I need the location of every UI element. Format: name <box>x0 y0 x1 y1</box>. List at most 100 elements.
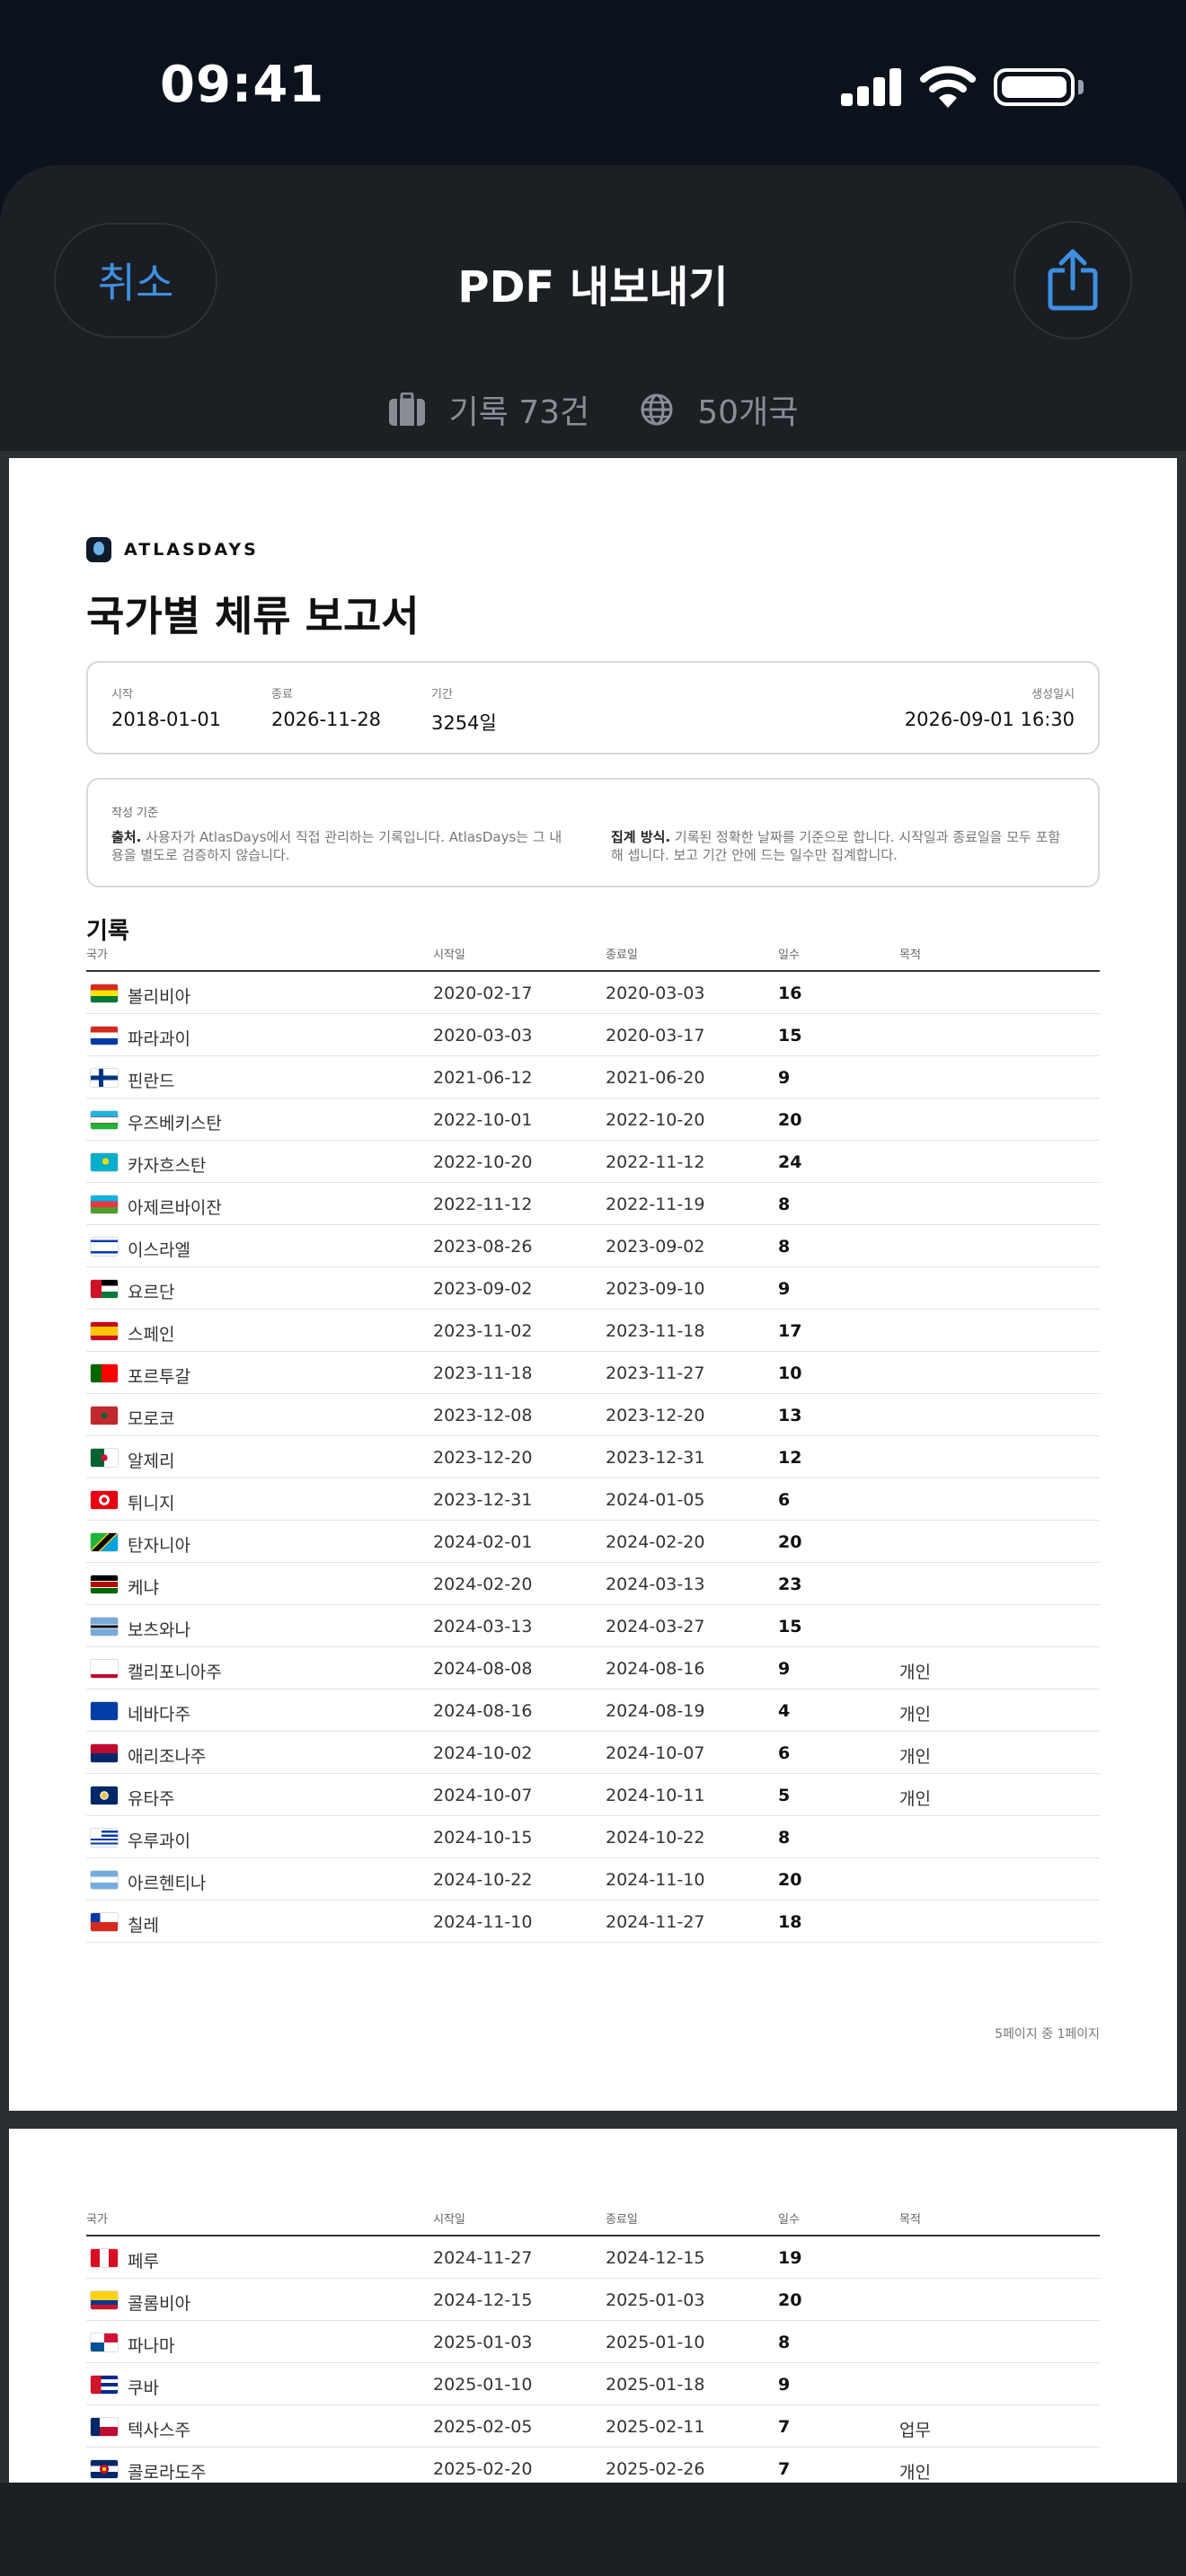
cell-end: 2024-03-13 <box>606 1575 705 1594</box>
cell-start: 2023-11-18 <box>433 1363 533 1383</box>
cell-country: 페루 <box>128 2252 159 2272</box>
cell-end: 2024-12-15 <box>606 2248 705 2268</box>
table-row: 텍사스주 2025-02-05 2025-02-11 7 업무 <box>86 2405 1100 2448</box>
cell-end: 2021-06-20 <box>606 1068 705 1088</box>
cuba-flag-icon <box>90 2375 119 2395</box>
meta-period-label: 기간 <box>431 688 453 701</box>
cell-end: 2022-11-12 <box>606 1152 705 1172</box>
cell-end: 2022-10-20 <box>606 1110 705 1130</box>
cell-start: 2023-12-20 <box>433 1448 533 1468</box>
cell-purpose: 개인 <box>899 1789 931 1809</box>
cell-end: 2024-01-05 <box>606 1490 705 1510</box>
cell-days: 4 <box>778 1701 791 1721</box>
pdf-preview[interactable]: ATLASDAYS 국가별 체류 보고서 시작 2018-01-01 종료 20… <box>0 451 1186 2483</box>
cell-end: 2023-11-27 <box>606 1363 705 1383</box>
meta-created-label: 생성일시 <box>1031 688 1075 701</box>
pdf-page-2: 국가 시작일 종료일 일수 목적 페루 2024-11-27 2024-12-15 1… <box>9 2129 1177 2483</box>
note-label: 작성 기준 <box>111 807 158 820</box>
cell-days: 24 <box>778 1152 802 1172</box>
table-row: 요르단 2023-09-02 2023-09-10 9 <box>86 1267 1100 1310</box>
cell-country: 유타주 <box>128 1789 175 1809</box>
finland-flag-icon <box>90 1068 119 1088</box>
cell-start: 2024-02-01 <box>433 1532 533 1552</box>
cell-start: 2024-10-07 <box>433 1786 533 1805</box>
cell-end: 2024-08-19 <box>606 1701 705 1721</box>
cell-country: 쿠바 <box>128 2378 159 2398</box>
cell-start: 2024-10-02 <box>433 1743 533 1763</box>
records-table-header-page2: 국가 시작일 종료일 일수 목적 <box>86 2208 1100 2236</box>
cell-start: 2024-08-08 <box>433 1659 533 1679</box>
cell-country: 파라과이 <box>128 1029 190 1049</box>
cell-country: 카자흐스탄 <box>128 1156 207 1176</box>
col-purpose: 목적 <box>899 2213 921 2227</box>
cell-country: 애리조나주 <box>128 1747 207 1767</box>
cell-days: 9 <box>778 1279 791 1299</box>
cell-country: 우즈베키스탄 <box>128 1114 222 1134</box>
cell-start: 2025-01-03 <box>433 2333 533 2352</box>
table-row: 애리조나주 2024-10-02 2024-10-07 6 개인 <box>86 1732 1100 1774</box>
cell-start: 2025-02-05 <box>433 2417 533 2437</box>
nevada-flag-icon <box>90 1701 119 1721</box>
report-meta: 시작 2018-01-01 종료 2026-11-28 기간 3254일 생성일… <box>86 661 1100 754</box>
cell-days: 6 <box>778 1490 791 1510</box>
cell-country: 케냐 <box>128 1578 159 1598</box>
records-table-body-page1: 볼리비아 2020-02-17 2020-03-03 16 파라과이 2020-03-03… <box>86 972 1100 1943</box>
cell-country: 알제리 <box>128 1451 175 1471</box>
cell-days: 20 <box>778 2290 802 2310</box>
cell-start: 2022-10-01 <box>433 1110 533 1130</box>
cell-country: 아르헨티나 <box>128 1874 207 1893</box>
cell-days: 20 <box>778 1110 802 1130</box>
cell-days: 5 <box>778 1786 791 1805</box>
col-country: 국가 <box>86 948 108 962</box>
brand: ATLASDAYS <box>86 537 259 562</box>
table-row: 우즈베키스탄 2022-10-01 2022-10-20 20 <box>86 1098 1100 1141</box>
table-row: 캘리포니아주 2024-08-08 2024-08-16 9 개인 <box>86 1647 1100 1689</box>
sheet-title: PDF 내보내기 <box>457 262 729 313</box>
spain-flag-icon <box>90 1321 119 1341</box>
cell-end: 2024-03-27 <box>606 1617 705 1636</box>
col-start: 시작일 <box>433 948 465 962</box>
kenya-flag-icon <box>90 1575 119 1594</box>
cell-country: 요르단 <box>128 1283 175 1302</box>
cell-country: 파나마 <box>128 2336 175 2356</box>
table-row: 아르헨티나 2024-10-22 2024-11-10 20 <box>86 1858 1100 1901</box>
share-icon <box>1048 249 1098 311</box>
cell-end: 2023-12-20 <box>606 1406 705 1425</box>
california-flag-icon <box>90 1659 119 1679</box>
note-source-title: 출처. <box>111 829 142 845</box>
cell-days: 20 <box>778 1870 802 1890</box>
uzbekistan-flag-icon <box>90 1110 119 1130</box>
cell-days: 16 <box>778 984 802 1003</box>
cell-end: 2023-09-02 <box>606 1237 705 1257</box>
globe-icon <box>641 393 673 426</box>
table-row: 유타주 2024-10-07 2024-10-11 5 개인 <box>86 1774 1100 1816</box>
cell-start: 2025-01-10 <box>433 2375 533 2395</box>
argentina-flag-icon <box>90 1870 119 1890</box>
page-number: 5페이지 중 1페이지 <box>995 2027 1100 2042</box>
cell-days: 8 <box>778 1237 791 1257</box>
cell-country: 네바다주 <box>128 1705 190 1725</box>
cell-start: 2024-08-16 <box>433 1701 533 1721</box>
table-row: 아제르바이잔 2022-11-12 2022-11-19 8 <box>86 1183 1100 1225</box>
cell-country: 캘리포니아주 <box>128 1663 222 1682</box>
note-source-text: 사용자가 AtlasDays에서 직접 관리하는 기록입니다. AtlasDay… <box>111 829 562 863</box>
cell-start: 2023-08-26 <box>433 1237 533 1257</box>
cell-end: 2024-10-11 <box>606 1786 705 1805</box>
cell-days: 8 <box>778 1828 791 1848</box>
col-end: 종료일 <box>606 2213 638 2227</box>
cell-days: 13 <box>778 1406 802 1425</box>
cell-start: 2021-06-12 <box>433 1068 533 1088</box>
status-time: 09:41 <box>160 56 325 114</box>
cell-start: 2024-03-13 <box>433 1617 533 1636</box>
share-button[interactable] <box>1013 221 1132 340</box>
countries-count-label: 50개국 <box>697 394 799 431</box>
table-row: 스페인 2023-11-02 2023-11-18 17 <box>86 1310 1100 1352</box>
azerbaijan-flag-icon <box>90 1195 119 1214</box>
utah-flag-icon <box>90 1786 119 1805</box>
tanzania-flag-icon <box>90 1532 119 1552</box>
cell-country: 볼리비아 <box>128 987 190 1007</box>
table-row: 콜롬비아 2024-12-15 2025-01-03 20 <box>86 2279 1100 2321</box>
peru-flag-icon <box>90 2248 119 2268</box>
cell-country: 우루과이 <box>128 1831 190 1851</box>
report-title: 국가별 체류 보고서 <box>86 592 420 640</box>
